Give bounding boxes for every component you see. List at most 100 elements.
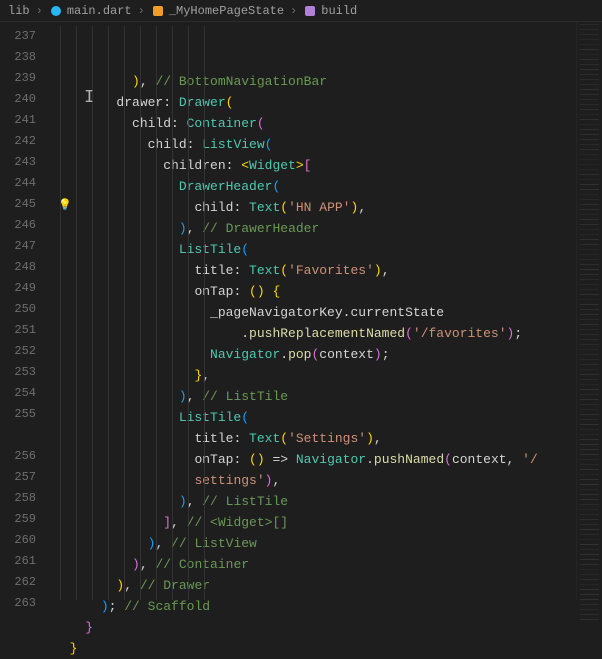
token: > [296, 158, 304, 173]
minimap-line [580, 604, 599, 605]
code-line[interactable]: onTap: () { [54, 281, 576, 302]
token [54, 389, 179, 404]
code-line[interactable]: ), // Drawer [54, 575, 576, 596]
code-line[interactable]: }, [54, 365, 576, 386]
code-line[interactable]: ), // DrawerHeader [54, 218, 576, 239]
code-line[interactable]: .pushReplacementNamed('/favorites'); [54, 323, 576, 344]
minimap-line [580, 509, 599, 510]
breadcrumb-item[interactable]: _MyHomePageState [169, 4, 284, 18]
minimap-line [580, 514, 599, 515]
minimap-line [580, 334, 599, 335]
minimap-line [580, 34, 599, 35]
token [54, 326, 241, 341]
breadcrumb-item[interactable]: build [321, 4, 357, 18]
line-number: 252 [0, 341, 54, 362]
code-line[interactable]: ), // BottomNavigationBar [54, 71, 576, 92]
code-line[interactable]: DrawerHeader( [54, 176, 576, 197]
code-line[interactable]: child: Text('HN APP'), [54, 197, 576, 218]
breadcrumb-item[interactable]: main.dart [67, 4, 132, 18]
dart-file-icon [49, 4, 63, 18]
minimap-line [580, 84, 599, 85]
line-number: 246 [0, 215, 54, 236]
code-line[interactable]: _pageNavigatorKey.currentState [54, 302, 576, 323]
token: Container [187, 116, 257, 131]
minimap-line [580, 499, 599, 500]
minimap-line [580, 594, 599, 595]
token: , [507, 452, 523, 467]
minimap-line [580, 304, 599, 305]
code-line[interactable]: ], // <Widget>[] [54, 512, 576, 533]
line-number: 260 [0, 530, 54, 551]
minimap-line [580, 179, 599, 180]
minimap-line [580, 54, 599, 55]
token: ) [374, 347, 382, 362]
token: ) [132, 557, 140, 572]
code-line[interactable]: } [54, 617, 576, 638]
token: ) [179, 221, 187, 236]
token: // ListTile [202, 389, 288, 404]
code-line[interactable]: ), // ListView [54, 533, 576, 554]
minimap-line [580, 544, 599, 545]
token: drawer: [116, 95, 178, 110]
breadcrumb-item[interactable]: lib [8, 4, 30, 18]
code-line[interactable]: ListTile( [54, 407, 576, 428]
code-line[interactable]: title: Text('Settings'), [54, 428, 576, 449]
token: . [241, 326, 249, 341]
line-number: 239 [0, 68, 54, 89]
token: ( [249, 284, 257, 299]
token: Text [249, 263, 280, 278]
minimap-line [580, 214, 599, 215]
minimap-line [580, 554, 599, 555]
token: ) [179, 389, 187, 404]
token: ; [514, 326, 522, 341]
code-line[interactable]: drawer: Drawer( [54, 92, 576, 113]
minimap-line [580, 429, 599, 430]
token: // Container [155, 557, 249, 572]
line-number: 247 [0, 236, 54, 257]
code-line[interactable]: settings'), [54, 470, 576, 491]
minimap-line [580, 284, 599, 285]
code-line[interactable]: ListTile( [54, 239, 576, 260]
code-line[interactable]: ), // Container [54, 554, 576, 575]
token: ( [444, 452, 452, 467]
token: ) [366, 431, 374, 446]
code-line[interactable]: child: Container( [54, 113, 576, 134]
minimap-line [580, 464, 599, 465]
minimap-line [580, 269, 599, 270]
code-line[interactable]: Navigator.pop(context); [54, 344, 576, 365]
token: , [140, 557, 156, 572]
token: ( [226, 95, 234, 110]
breadcrumb[interactable]: lib › main.dart › _MyHomePageState › bui… [0, 0, 602, 22]
indent-guide [204, 26, 205, 600]
code-line[interactable]: ), // ListTile [54, 491, 576, 512]
breadcrumb-separator: › [138, 4, 145, 18]
line-number: 258 [0, 488, 54, 509]
code-area[interactable]: I ), // BottomNavigationBar drawer: Draw… [54, 22, 576, 600]
code-line[interactable]: children: <Widget>[ [54, 155, 576, 176]
minimap-line [580, 124, 599, 125]
token [54, 557, 132, 572]
code-line[interactable]: child: ListView( [54, 134, 576, 155]
minimap[interactable] [576, 22, 602, 600]
minimap-line [580, 44, 599, 45]
code-line[interactable]: title: Text('Favorites'), [54, 260, 576, 281]
minimap-line [580, 494, 599, 495]
code-line[interactable]: ); // Scaffold [54, 596, 576, 617]
token: onTap: [194, 452, 249, 467]
minimap-line [580, 584, 599, 585]
minimap-line [580, 459, 599, 460]
breadcrumb-separator: › [36, 4, 43, 18]
token: Navigator [210, 347, 280, 362]
code-line[interactable]: ), // ListTile [54, 386, 576, 407]
token: ( [241, 410, 249, 425]
minimap-line [580, 289, 599, 290]
token: children: [163, 158, 241, 173]
token: ) [101, 599, 109, 614]
minimap-line [580, 389, 599, 390]
indent-guide [108, 26, 109, 600]
code-line[interactable]: } [54, 638, 576, 659]
token: currentState [350, 305, 444, 320]
line-number-gutter[interactable]: 237238239240241242243244245💡246247248249… [0, 22, 54, 600]
minimap-line [580, 529, 599, 530]
code-line[interactable]: onTap: () => Navigator.pushNamed(context… [54, 449, 576, 470]
